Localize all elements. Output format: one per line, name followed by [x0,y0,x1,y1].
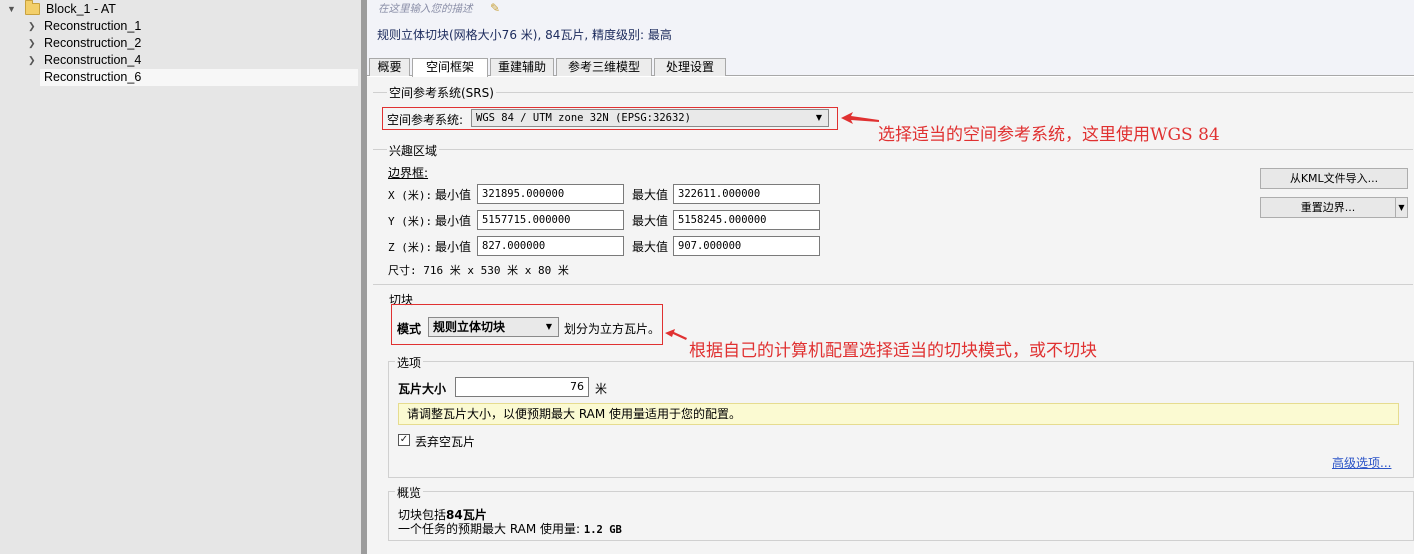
divider [373,92,1413,93]
tab-reference-3d-model[interactable]: 参考三维模型 [556,58,652,76]
overview-ram-usage: 一个任务的预期最大 RAM 使用量: 1.2 GB [398,520,622,537]
tiling-mode-description: 划分为立方瓦片。 [564,322,661,336]
x-min-label: 最小值 [435,188,472,202]
tree-item-reconstruction-4[interactable]: ❯ Reconstruction_4 [0,52,361,69]
roi-group-title: 兴趣区域 [387,142,440,159]
dropdown-arrow-icon: ▼ [545,322,552,331]
y-max-input[interactable]: 5158245.000000 [673,210,820,230]
srs-value: WGS 84 / UTM zone 32N (EPSG:32632) [476,112,691,124]
tiling-mode-select[interactable]: 规则立体切块 ▼ [428,317,559,337]
reconstruction-panel: 在这里输入您的描述 ✎ 规则立体切块(网格大小76 米), 84瓦片, 精度级别… [367,0,1414,554]
x-max-label: 最大值 [632,188,669,202]
tab-spatial-framework[interactable]: 空间框架 [412,58,488,77]
size-readout: 尺寸: 716 米 x 530 米 x 80 米 [388,264,569,277]
tiling-mode-value: 规则立体切块 [433,320,506,334]
annotation-arrow-icon [665,329,687,340]
folder-icon [25,0,40,15]
y-max-label: 最大值 [632,214,669,228]
tree-item-block[interactable]: ▼ Block_1 - AT [0,0,361,18]
z-max-input[interactable]: 907.000000 [673,236,820,256]
tab-content: 空间参考系统(SRS) 空间参考系统: WGS 84 / UTM zone 32… [367,77,1414,554]
srs-select[interactable]: WGS 84 / UTM zone 32N (EPSG:32632) ▼ [471,109,829,127]
z-min-input[interactable]: 827.000000 [477,236,624,256]
tiling-annotation: 根据自己的计算机配置选择适当的切块模式，或不切块 [689,341,1097,361]
page-title: 规则立体切块(网格大小76 米), 84瓦片, 精度级别: 最高 [377,28,672,42]
description-input[interactable]: 在这里输入您的描述 [378,1,473,16]
mode-label: 模式 [397,322,422,336]
tree-item-label: Reconstruction_4 [44,53,142,67]
tile-size-unit: 米 [595,382,608,396]
z-max-label: 最大值 [632,240,669,254]
chevron-right-icon[interactable]: ❯ [28,35,36,52]
checkmark-icon: ✓ [399,434,409,445]
discard-empty-label: 丢弃空瓦片 [415,435,476,449]
tile-size-hint: 请调整瓦片大小，以便预期最大 RAM 使用量适用于您的配置。 [398,403,1399,425]
overview-group-title: 概览 [395,484,424,501]
y-min-label: 最小值 [435,214,472,228]
z-axis-label: Z (米): [388,241,433,254]
project-tree: ▼ Block_1 - AT ❯ Reconstruction_1 ❯ Reco… [0,0,361,554]
tree-item-reconstruction-2[interactable]: ❯ Reconstruction_2 [0,35,361,52]
reset-bounds-dropdown[interactable]: ▼ [1395,197,1408,218]
tree-item-label: Reconstruction_2 [44,36,142,50]
z-min-label: 最小值 [435,240,472,254]
tree-item-label: Reconstruction_6 [40,69,358,86]
header: 在这里输入您的描述 ✎ 规则立体切块(网格大小76 米), 84瓦片, 精度级别… [367,0,1414,58]
srs-group-title: 空间参考系统(SRS) [387,84,496,101]
discard-empty-checkbox[interactable]: ✓ [398,434,410,446]
overview-ram-label: 一个任务的预期最大 RAM 使用量: [398,522,584,536]
chevron-down-icon[interactable]: ▼ [7,1,16,18]
options-group-title: 选项 [395,354,424,371]
y-min-input[interactable]: 5157715.000000 [477,210,624,230]
import-kml-button[interactable]: 从KML文件导入... [1260,168,1408,189]
tab-overview[interactable]: 概要 [369,58,410,76]
pencil-icon[interactable]: ✎ [490,1,500,15]
tab-processing-settings[interactable]: 处理设置 [654,58,726,76]
y-axis-label: Y (米): [388,215,433,228]
srs-label: 空间参考系统: [387,113,464,127]
tile-size-input[interactable]: 76 [455,377,589,397]
annotation-arrow-icon [841,112,879,124]
x-max-input[interactable]: 322611.000000 [673,184,820,204]
bbox-label: 边界框: [388,166,429,180]
dropdown-arrow-icon: ▼ [1398,203,1405,212]
divider [373,149,1413,150]
dropdown-arrow-icon: ▼ [815,113,822,122]
overview-ram-value: 1.2 GB [583,524,622,536]
chevron-right-icon[interactable]: ❯ [28,18,36,35]
divider [373,284,1413,285]
tab-reconstruction-constraints[interactable]: 重建辅助 [490,58,554,76]
srs-annotation: 选择适当的空间参考系统，这里使用WGS 84 [878,125,1220,145]
tree-item-label: Block_1 - AT [46,2,116,16]
tree-item-reconstruction-6[interactable]: Reconstruction_6 [0,69,361,86]
tree-item-label: Reconstruction_1 [44,19,142,33]
advanced-options-link[interactable]: 高级选项... [1332,454,1391,471]
tree-item-reconstruction-1[interactable]: ❯ Reconstruction_1 [0,18,361,35]
x-axis-label: X (米): [388,189,433,202]
x-min-input[interactable]: 321895.000000 [477,184,624,204]
tile-size-label: 瓦片大小 [398,382,447,396]
reset-bounds-button[interactable]: 重置边界... [1260,197,1396,218]
chevron-right-icon[interactable]: ❯ [28,52,36,69]
tab-bar: 概要 空间框架 重建辅助 参考三维模型 处理设置 [367,58,1414,77]
